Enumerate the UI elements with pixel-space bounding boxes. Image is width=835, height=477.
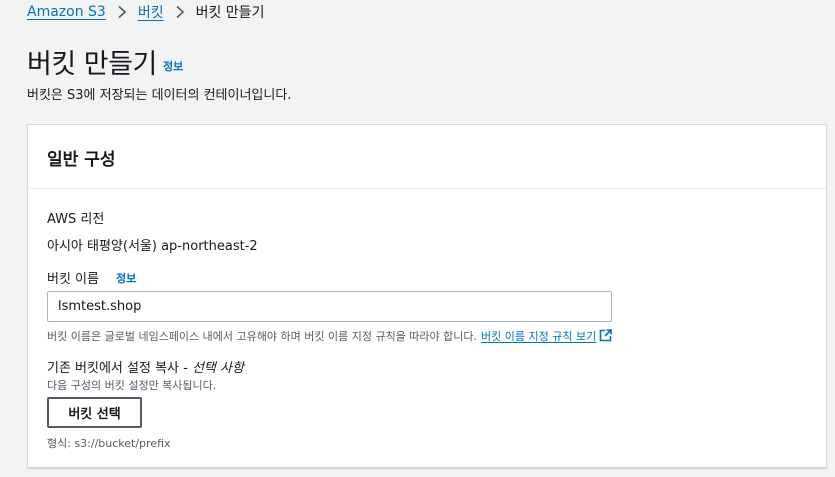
breadcrumb: Amazon S3 버킷 버킷 만들기 xyxy=(27,2,264,22)
choose-bucket-button[interactable]: 버킷 선택 xyxy=(47,397,142,428)
copy-settings-description: 다음 구성의 버킷 설정만 복사됩니다. xyxy=(47,379,217,392)
panel-header: 일반 구성 xyxy=(28,125,826,189)
chevron-right-icon xyxy=(176,5,184,19)
region-value: 아시아 태평양(서울) ap-northeast-2 xyxy=(47,239,258,254)
panel-title: 일반 구성 xyxy=(47,150,116,170)
region-label: AWS 리전 xyxy=(47,212,105,227)
bucket-name-hint-text: 버킷 이름은 글로벌 네임스페이스 내에서 고유해야 하며 버킷 이름 지정 규… xyxy=(47,330,478,343)
copy-settings-optional: 선택 사항 xyxy=(191,361,244,376)
chevron-right-icon xyxy=(118,5,127,19)
copy-settings-format: 형식: s3://bucket/prefix xyxy=(47,437,171,450)
bucket-name-input[interactable] xyxy=(47,291,612,322)
copy-settings-label: 기존 버킷에서 설정 복사 - 선택 사항 xyxy=(47,357,244,376)
bucket-name-label: 버킷 이름 xyxy=(47,272,99,287)
page-title: 버킷 만들기 xyxy=(27,49,157,80)
breadcrumb-amazon-s3[interactable]: Amazon S3 xyxy=(27,4,106,20)
breadcrumb-buckets[interactable]: 버킷 xyxy=(138,2,164,22)
naming-rules-link[interactable]: 버킷 이름 지정 규칙 보기 xyxy=(481,329,613,343)
external-link-icon xyxy=(599,329,613,342)
general-config-panel: 일반 구성 AWS 리전 아시아 태평양(서울) ap-northeast-2 … xyxy=(27,124,827,468)
naming-rules-link-label: 버킷 이름 지정 규칙 보기 xyxy=(481,330,597,343)
breadcrumb-current: 버킷 만들기 xyxy=(195,5,265,21)
bucket-name-hint: 버킷 이름은 글로벌 네임스페이스 내에서 고유해야 하며 버킷 이름 지정 규… xyxy=(47,328,613,344)
page-info-link[interactable]: 정보 xyxy=(163,58,183,74)
copy-settings-label-text: 기존 버킷에서 설정 복사 - xyxy=(47,361,192,376)
bucket-name-info-link[interactable]: 정보 xyxy=(116,270,136,286)
page-description: 버킷은 S3에 저장되는 데이터의 컨테이너입니다. xyxy=(27,88,292,103)
